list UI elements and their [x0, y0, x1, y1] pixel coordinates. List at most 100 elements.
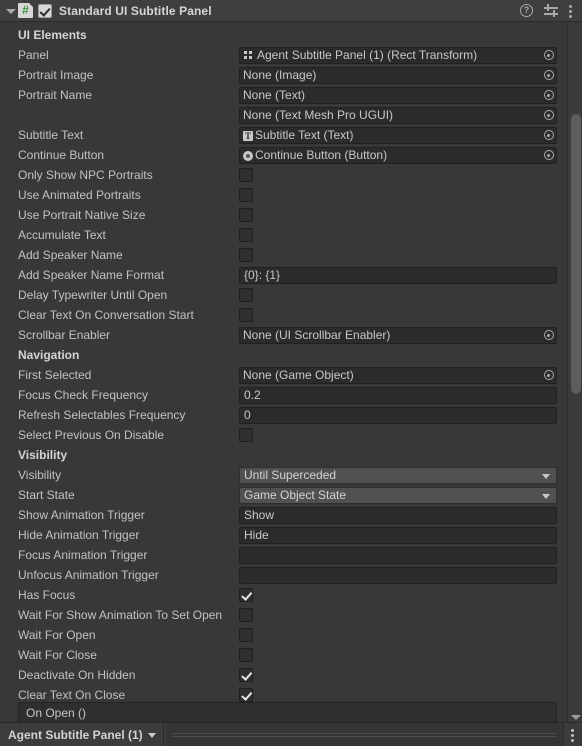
property-row: Wait For Show Animation To Set Open: [0, 605, 566, 625]
checkbox[interactable]: [239, 588, 253, 602]
component-enabled-checkbox[interactable]: [38, 3, 52, 18]
property-label: Unfocus Animation Trigger: [18, 568, 159, 582]
property-field: Until Superceded: [239, 466, 557, 484]
object-field[interactable]: Subtitle Text (Text): [239, 126, 557, 144]
object-field-value: None (Game Object): [243, 367, 354, 382]
text-input[interactable]: 0.2: [239, 386, 557, 404]
header-icon-group: ?: [520, 4, 573, 18]
property-row: Focus Check Frequency 0.2: [0, 385, 566, 405]
property-label: Clear Text On Conversation Start: [18, 308, 194, 322]
breadcrumb-track: [165, 723, 564, 746]
text-input[interactable]: Hide: [239, 526, 557, 544]
object-picker-icon[interactable]: [541, 48, 556, 63]
object-field[interactable]: None (Game Object): [239, 366, 557, 384]
dropdown-select[interactable]: Game Object State: [239, 486, 557, 504]
text-input[interactable]: 0: [239, 406, 557, 424]
foldout-triangle-icon[interactable]: [4, 4, 17, 17]
checkbox[interactable]: [239, 248, 253, 262]
checkbox[interactable]: [239, 188, 253, 202]
scroll-down-arrow-icon[interactable]: [571, 715, 581, 720]
button-component-icon: [243, 150, 253, 161]
object-field[interactable]: Continue Button (Button): [239, 146, 557, 164]
scrollbar-thumb[interactable]: [571, 114, 581, 394]
checkbox[interactable]: [239, 428, 253, 442]
object-field[interactable]: None (UI Scrollbar Enabler): [239, 326, 557, 344]
property-field: None (UI Scrollbar Enabler): [239, 326, 557, 344]
property-label: Portrait Name: [18, 88, 93, 102]
property-label: Select Previous On Disable: [18, 428, 165, 442]
checkbox[interactable]: [239, 288, 253, 302]
kebab-menu-icon[interactable]: [569, 4, 573, 18]
on-open-foldout-row[interactable]: On Open (): [18, 702, 557, 722]
object-picker-icon[interactable]: [541, 88, 556, 103]
object-field-value: None (Image): [243, 67, 317, 82]
object-field-value: Subtitle Text (Text): [255, 127, 354, 142]
object-field[interactable]: None (Text): [239, 86, 557, 104]
property-row: Hide Animation Trigger Hide: [0, 525, 566, 545]
checkbox[interactable]: [239, 168, 253, 182]
checkbox[interactable]: [239, 208, 253, 222]
checkbox[interactable]: [239, 308, 253, 322]
text-input[interactable]: Show: [239, 506, 557, 524]
object-picker-icon[interactable]: [541, 68, 556, 83]
checkbox[interactable]: [239, 668, 253, 682]
object-field[interactable]: None (Text Mesh Pro UGUI): [239, 106, 557, 124]
breadcrumb-dropdown[interactable]: Agent Subtitle Panel (1): [0, 723, 164, 746]
property-field: None (Image): [239, 66, 557, 84]
property-row: Focus Animation Trigger: [0, 545, 566, 565]
text-input[interactable]: {0}: {1}: [239, 266, 557, 284]
object-field-value: None (Text Mesh Pro UGUI): [243, 107, 394, 122]
script-hash-glyph: #: [22, 3, 29, 17]
property-row: None (Text Mesh Pro UGUI): [0, 105, 566, 125]
component-header[interactable]: # Standard UI Subtitle Panel ?: [0, 0, 582, 22]
object-picker-icon[interactable]: [541, 108, 556, 123]
property-field: [239, 608, 557, 622]
property-field: [239, 588, 557, 602]
section-title: Visibility: [18, 448, 68, 462]
dropdown-select[interactable]: Until Superceded: [239, 466, 557, 484]
object-picker-icon[interactable]: [541, 148, 556, 163]
property-label: Continue Button: [18, 148, 105, 162]
vertical-scrollbar[interactable]: [567, 22, 582, 722]
property-label: Has Focus: [18, 588, 76, 602]
property-label: Hide Animation Trigger: [18, 528, 140, 542]
property-field: [239, 668, 557, 682]
property-field: None (Text Mesh Pro UGUI): [239, 106, 557, 124]
property-field: [239, 648, 557, 662]
property-label: Subtitle Text: [18, 128, 84, 142]
property-row: Only Show NPC Portraits: [0, 165, 566, 185]
object-field[interactable]: None (Image): [239, 66, 557, 84]
property-label: Panel: [18, 48, 49, 62]
checkbox[interactable]: [239, 648, 253, 662]
text-input[interactable]: [239, 566, 557, 584]
preset-icon[interactable]: [544, 4, 558, 17]
chevron-down-icon: [542, 493, 550, 499]
property-field: [239, 628, 557, 642]
property-row: Add Speaker Name: [0, 245, 566, 265]
bottom-bar-menu[interactable]: [564, 723, 582, 746]
property-label: First Selected: [18, 368, 92, 382]
checkbox[interactable]: [239, 628, 253, 642]
property-field: [239, 188, 557, 202]
help-icon[interactable]: ?: [520, 4, 533, 17]
object-picker-icon[interactable]: [541, 368, 556, 383]
property-row: Show Animation Trigger Show: [0, 505, 566, 525]
chevron-down-icon: [147, 733, 156, 738]
property-field: None (Text): [239, 86, 557, 104]
object-field[interactable]: Agent Subtitle Panel (1) (Rect Transform…: [239, 46, 557, 64]
kebab-menu-icon[interactable]: [571, 728, 575, 742]
object-picker-icon[interactable]: [541, 328, 556, 343]
property-label: Scrollbar Enabler: [18, 328, 111, 342]
property-row: Panel Agent Subtitle Panel (1) (Rect Tran…: [0, 45, 566, 65]
object-picker-icon[interactable]: [541, 128, 556, 143]
script-icon: #: [18, 3, 33, 18]
text-input[interactable]: [239, 546, 557, 564]
property-row: Add Speaker Name Format {0}: {1}: [0, 265, 566, 285]
checkbox[interactable]: [239, 688, 253, 702]
property-field: [239, 168, 557, 182]
property-field: Show: [239, 506, 557, 524]
section-header-navigation: Navigation: [0, 345, 566, 365]
checkbox[interactable]: [239, 608, 253, 622]
property-field: None (Game Object): [239, 366, 557, 384]
checkbox[interactable]: [239, 228, 253, 242]
